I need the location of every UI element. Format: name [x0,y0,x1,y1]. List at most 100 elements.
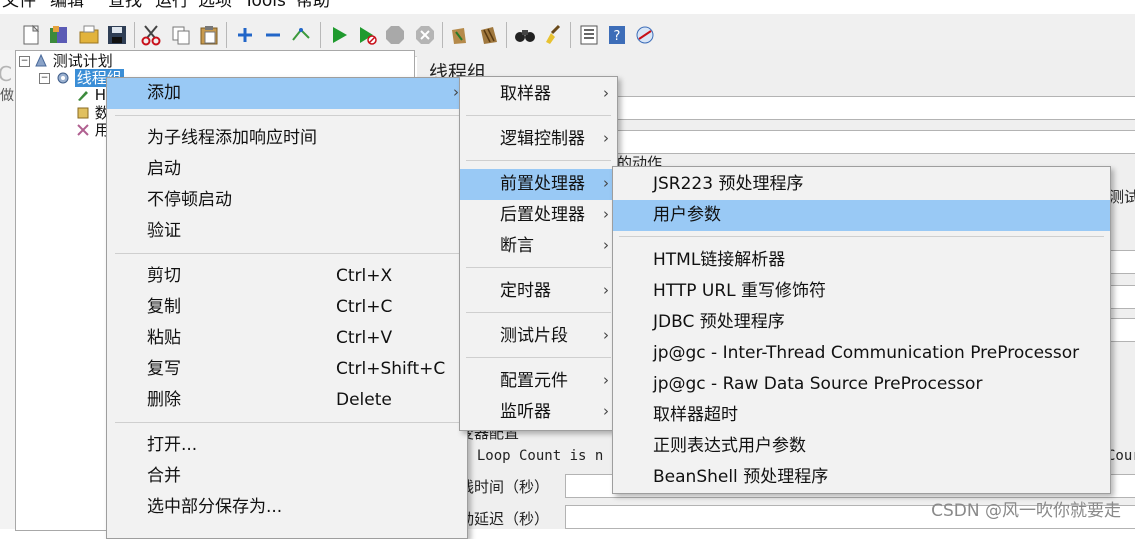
strip-glyph-z: 做 [0,88,14,104]
collapse-icon[interactable] [262,24,284,46]
menu-item-label: jp@gc - Inter-Thread Communication PrePr… [653,343,1080,363]
preprocessor-item-jdbc[interactable]: JDBC 预处理程序 [613,307,1110,338]
open-icon[interactable] [78,24,100,46]
menu-help[interactable]: 帮助 [296,0,330,14]
start-icon[interactable] [328,24,350,46]
preprocessor-item-html-link-parser[interactable]: HTML链接解析器 [613,245,1110,276]
submenu-item-pre-processors[interactable]: 前置处理器 › [460,169,617,200]
menu-edit[interactable]: 编辑 [50,0,84,14]
stop-icon[interactable] [384,24,406,46]
help-icon[interactable]: ? [606,24,628,46]
data-icon [76,105,90,119]
submenu-item-timer[interactable]: 定时器 › [460,276,617,307]
menu-tools[interactable]: Tools [244,0,286,14]
menu-item-label: JDBC 预处理程序 [653,312,785,332]
menu-item-add[interactable]: 添加 › [107,78,467,109]
threads-field[interactable] [1109,250,1135,274]
preprocessor-item-regex-user-params[interactable]: 正则表达式用户参数 [613,431,1110,462]
submenu-item-test-fragment[interactable]: 测试片段 › [460,321,617,352]
submenu-item-logic-controller[interactable]: 逻辑控制器 › [460,124,617,155]
menu-item-start[interactable]: 启动 [107,154,467,185]
menu-item-label: 复写 [147,359,181,379]
menu-item-open[interactable]: 打开... [107,430,467,461]
cut-icon[interactable] [140,24,162,46]
expand-icon[interactable] [234,24,256,46]
expander-thread-group[interactable]: − [39,73,50,84]
startup-time-label: 线时间（秒） [459,478,550,496]
preprocessor-submenu: JSR223 预处理程序 用户参数 HTML链接解析器 HTTP URL 重写修… [612,166,1111,494]
comment-field[interactable] [615,130,1135,154]
menu-item-cut[interactable]: 剪切 Ctrl+X [107,261,467,292]
start-no-timers-icon[interactable] [356,24,378,46]
menu-item-label: HTTP URL 重写修饰符 [653,281,827,301]
tree-node-child-3[interactable]: 用 [76,120,110,140]
menu-separator [115,422,459,423]
menu-item-label: 取样器超时 [653,405,738,425]
menubar: 文件 编辑 查找 运行 选项 Tools 帮助 [0,0,1135,14]
tree-node-child-1[interactable]: H [76,85,106,105]
rampup-field[interactable] [1109,285,1135,309]
menu-item-label: 正则表达式用户参数 [653,436,806,456]
menu-item-label: 用户参数 [653,205,721,225]
save-icon[interactable] [106,24,128,46]
menu-item-start-no-pause[interactable]: 不停顿启动 [107,185,467,216]
name-field[interactable] [615,96,1135,120]
menu-run[interactable]: 运行 [155,0,189,14]
menu-item-merge[interactable]: 合并 [107,461,467,492]
toggle-icon[interactable] [290,24,312,46]
loop-field[interactable] [1109,318,1135,342]
submenu-item-sampler[interactable]: 取样器 › [460,79,617,110]
search-icon[interactable] [514,24,536,46]
menu-item-label: 监听器 [500,402,551,422]
menu-item-label: 合并 [147,466,181,486]
startup-delay-label: 动延迟（秒） [459,510,550,528]
preprocessor-item-http-url-rewrite[interactable]: HTTP URL 重写修饰符 [613,276,1110,307]
preprocessor-item-sampler-timeout[interactable]: 取样器超时 [613,400,1110,431]
preprocessor-item-jsr223[interactable]: JSR223 预处理程序 [613,169,1110,200]
menu-item-label: 验证 [147,221,181,241]
expander-test-plan[interactable]: − [19,56,30,67]
menu-options[interactable]: 选项 [198,0,232,14]
remote-icon[interactable] [634,24,656,46]
menu-item-label: HTML链接解析器 [653,250,786,270]
preprocessor-item-user-parameters[interactable]: 用户参数 [613,200,1110,231]
menu-item-add-label: 添加 [147,83,181,103]
shutdown-icon[interactable] [414,24,436,46]
menu-item-label: 选中部分保存为... [147,497,283,517]
submenu-item-listener[interactable]: 监听器 › [460,397,617,428]
menu-item-paste[interactable]: 粘贴 Ctrl+V [107,323,467,354]
clear-all-icon[interactable] [478,24,500,46]
chevron-right-icon: › [603,205,609,223]
menu-item-label: 前置处理器 [500,174,585,194]
paste-icon[interactable] [198,24,220,46]
preprocessor-item-inter-thread[interactable]: jp@gc - Inter-Thread Communication PrePr… [613,338,1110,369]
add-submenu: 取样器 › 逻辑控制器 › 前置处理器 › 后置处理器 › 断言 › 定时器 ›… [459,76,618,431]
submenu-item-config-element[interactable]: 配置元件 › [460,366,617,397]
chevron-right-icon: › [603,402,609,420]
menu-search[interactable]: 查找 [108,0,142,14]
menu-item-delete[interactable]: 删除 Delete [107,385,467,416]
menu-item-label: 后置处理器 [500,205,585,225]
templates-icon[interactable] [48,24,70,46]
test-plan-icon [34,53,48,67]
preprocessor-item-raw-data-source[interactable]: jp@gc - Raw Data Source PreProcessor [613,369,1110,400]
preprocessor-item-beanshell[interactable]: BeanShell 预处理程序 [613,462,1110,493]
new-icon[interactable] [20,24,42,46]
chevron-right-icon: › [603,281,609,299]
reset-search-icon[interactable] [542,24,564,46]
menu-item-save-selection[interactable]: 选中部分保存为... [107,492,467,523]
strip-glyph-c: C [0,62,12,86]
menu-item-duplicate[interactable]: 复写 Ctrl+Shift+C [107,354,467,385]
scissors-icon [76,122,90,136]
clear-icon[interactable] [448,24,470,46]
menu-file[interactable]: 文件 [2,0,36,14]
menu-item-label: 逻辑控制器 [500,129,585,149]
function-helper-icon[interactable] [578,24,600,46]
menu-item-add-response-time[interactable]: 为子线程添加响应时间 [107,123,467,154]
menu-item-validate[interactable]: 验证 [107,216,467,247]
submenu-item-assertions[interactable]: 断言 › [460,231,617,262]
menu-item-copy[interactable]: 复制 Ctrl+C [107,292,467,323]
copy-icon[interactable] [170,24,192,46]
menu-item-label: JSR223 预处理程序 [653,174,804,194]
submenu-item-post-processors[interactable]: 后置处理器 › [460,200,617,231]
